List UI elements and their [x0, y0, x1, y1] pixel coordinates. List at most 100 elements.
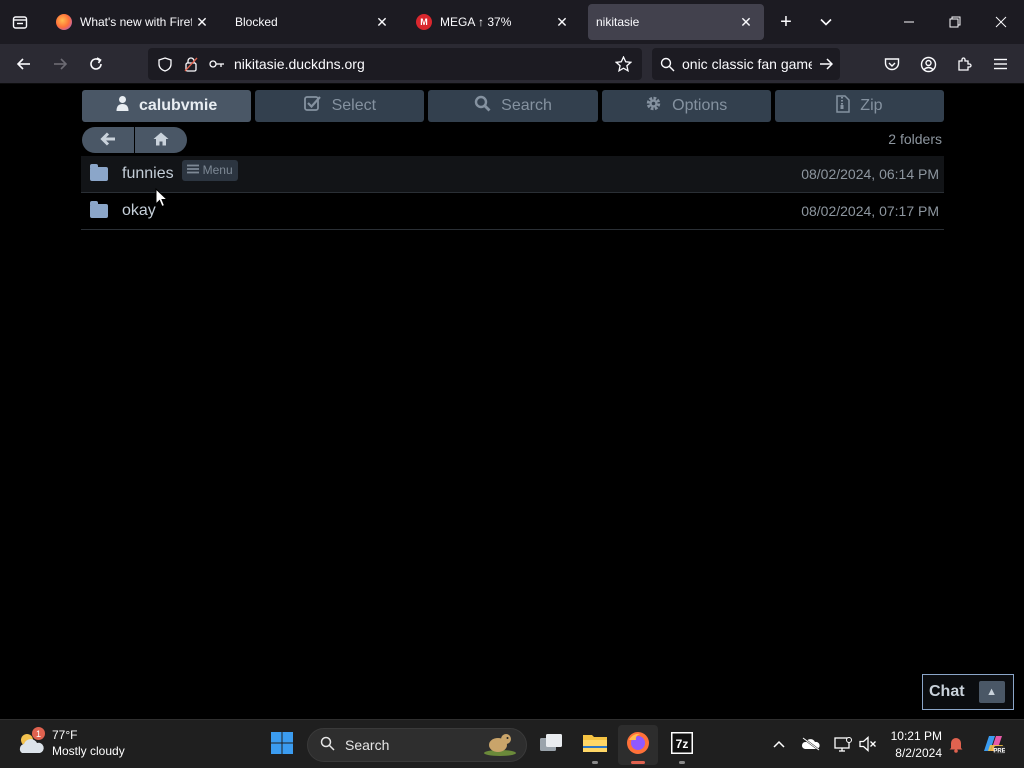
gear-icon [645, 95, 662, 117]
search-button[interactable]: Search [428, 90, 598, 122]
task-view-button[interactable] [531, 725, 571, 765]
arrow-left-icon [100, 131, 116, 149]
windows-start-icon [270, 731, 294, 760]
file-explorer-icon [582, 732, 608, 759]
weather-widget[interactable]: 1 77°F Mostly cloudy [16, 727, 125, 759]
tab-nikitasie[interactable]: nikitasie ✕ [588, 4, 764, 40]
chat-widget[interactable]: Chat ▲ [922, 674, 1014, 710]
weather-temp: 77°F [52, 728, 78, 742]
tab-title: Blocked [235, 15, 278, 29]
list-all-tabs-icon[interactable] [810, 6, 842, 38]
menu-lines-icon [186, 163, 199, 177]
home-icon [153, 132, 169, 149]
options-button[interactable]: Options [601, 90, 771, 122]
tab-title: nikitasie [596, 15, 640, 29]
back-button[interactable] [82, 127, 134, 153]
close-tab-icon[interactable]: ✕ [552, 12, 572, 32]
back-icon[interactable] [8, 48, 40, 80]
forward-icon[interactable] [44, 48, 76, 80]
checkbox-icon [303, 95, 322, 117]
new-tab-icon[interactable]: + [770, 6, 802, 38]
show-hidden-icons-icon[interactable] [769, 734, 789, 754]
extensions-icon[interactable] [948, 48, 980, 80]
firefox-taskbar-button[interactable] [618, 725, 658, 765]
user-icon [116, 95, 129, 117]
taskbar: 1 77°F Mostly cloudy Search 7z 10:21 PM … [0, 719, 1024, 768]
tab-blocked[interactable]: Blocked ✕ [228, 4, 400, 40]
folder-icon [90, 164, 108, 181]
copilot-icon[interactable]: PRE [981, 734, 1005, 755]
cloud-weather-icon: 1 [16, 727, 46, 758]
tab-whats-new[interactable]: What's new with Firefox ✕ [48, 4, 220, 40]
active-indicator [631, 761, 645, 764]
bookmark-star-icon[interactable] [610, 56, 636, 72]
search-icon [474, 95, 491, 117]
lock-warning-icon[interactable] [178, 56, 204, 72]
pocket-icon[interactable] [876, 48, 908, 80]
firefox-icon [56, 14, 72, 30]
zip-button[interactable]: Zip [774, 90, 945, 122]
close-window-icon[interactable] [978, 0, 1024, 44]
reload-icon[interactable] [80, 48, 112, 80]
menu-hamburger-icon[interactable] [984, 48, 1016, 80]
search-bar-text[interactable]: onic classic fan game [682, 56, 812, 72]
onedrive-offline-icon[interactable] [801, 734, 821, 754]
zip-file-icon [836, 94, 851, 118]
search-bar[interactable]: onic classic fan game [652, 48, 840, 80]
folder-name[interactable]: funnies [122, 165, 174, 183]
page-content: calubvmie Select Search Options Zip 2 fo… [0, 85, 1024, 719]
file-toolbar: calubvmie Select Search Options Zip [82, 90, 945, 122]
restore-icon[interactable] [932, 0, 978, 44]
7zip-icon: 7z [670, 731, 694, 760]
clock-date: 8/2/2024 [895, 746, 942, 760]
clock-time: 10:21 PM [890, 729, 942, 743]
tab-mega[interactable]: M MEGA ↑ 37% ✕ [408, 4, 580, 40]
minimize-icon[interactable] [886, 0, 932, 44]
row-menu-button[interactable]: Menu [181, 159, 238, 181]
home-button[interactable] [135, 127, 187, 153]
menu-label: Menu [202, 163, 233, 177]
folder-row[interactable]: funnies Menu 08/02/2024, 06:14 PM [81, 156, 944, 193]
user-label: calubvmie [138, 97, 218, 114]
taskbar-search[interactable]: Search [307, 728, 527, 762]
close-tab-icon[interactable]: ✕ [736, 12, 756, 32]
folder-row[interactable]: okay 08/02/2024, 07:17 PM [81, 193, 944, 230]
running-indicator [592, 761, 598, 764]
volume-muted-icon[interactable] [858, 734, 878, 754]
mega-icon: M [416, 14, 432, 30]
folder-name[interactable]: okay [122, 202, 156, 220]
taskbar-search-label: Search [345, 737, 390, 753]
search-icon [652, 57, 682, 72]
user-button[interactable]: calubvmie [82, 90, 252, 122]
close-tab-icon[interactable]: ✕ [192, 12, 212, 32]
tab-title: MEGA ↑ 37% [440, 15, 512, 29]
search-icon [320, 736, 335, 754]
notification-bell-icon[interactable] [946, 734, 966, 754]
search-label: Search [501, 97, 552, 114]
key-icon[interactable] [204, 58, 230, 70]
svg-text:7z: 7z [676, 737, 689, 751]
network-icon[interactable] [833, 734, 853, 754]
chat-expand-icon[interactable]: ▲ [978, 681, 1005, 703]
account-icon[interactable] [912, 48, 944, 80]
folder-count: 2 folders [888, 131, 942, 147]
zip-label: Zip [860, 97, 883, 114]
firefox-view-icon[interactable] [4, 6, 36, 38]
folder-date: 08/02/2024, 07:17 PM [801, 203, 939, 219]
folder-nav [82, 127, 187, 153]
system-clock[interactable]: 10:21 PM 8/2/2024 [884, 728, 942, 762]
7zip-button[interactable]: 7z [662, 725, 702, 765]
folder-icon [90, 201, 108, 218]
options-label: Options [672, 97, 728, 114]
file-explorer-button[interactable] [575, 725, 615, 765]
navigation-bar: nikitasie.duckdns.org onic classic fan g… [0, 44, 1024, 84]
url-bar[interactable]: nikitasie.duckdns.org [148, 48, 642, 80]
close-tab-icon[interactable]: ✕ [372, 12, 392, 32]
select-button[interactable]: Select [255, 90, 425, 122]
go-arrow-icon[interactable] [812, 57, 840, 71]
start-button[interactable] [262, 725, 302, 765]
url-text[interactable]: nikitasie.duckdns.org [234, 56, 610, 72]
shield-icon[interactable] [152, 56, 178, 72]
tab-title: What's new with Firefox [80, 15, 192, 29]
select-label: Select [331, 97, 377, 114]
